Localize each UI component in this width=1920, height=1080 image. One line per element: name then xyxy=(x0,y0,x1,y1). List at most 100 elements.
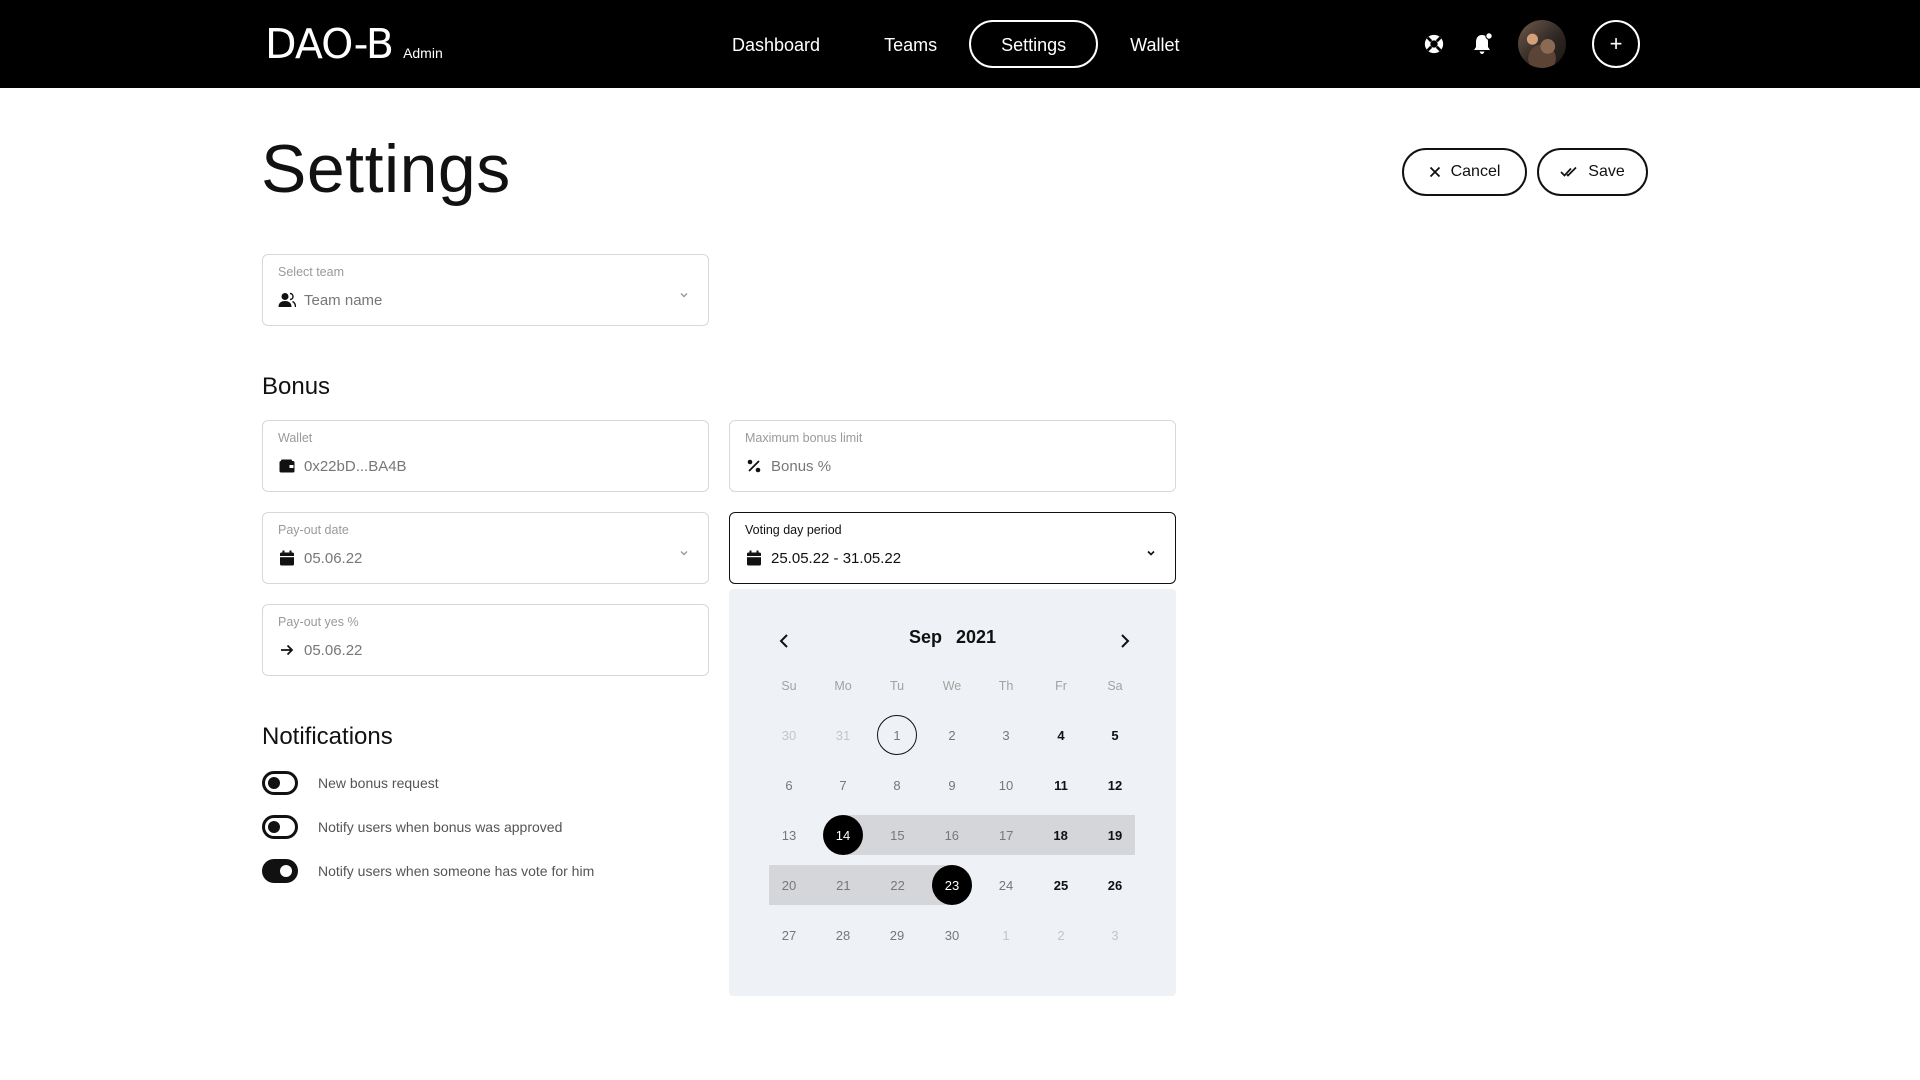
calendar-day[interactable]: 27 xyxy=(769,915,809,955)
calendar-day[interactable]: 2 xyxy=(1041,915,1081,955)
calendar-month[interactable]: Sep xyxy=(909,627,942,647)
select-team-dropdown[interactable]: Select team Team name xyxy=(262,254,709,326)
calendar-day[interactable]: 30 xyxy=(932,915,972,955)
logo[interactable]: DAO-B Admin xyxy=(265,20,443,68)
calendar-day[interactable]: 18 xyxy=(1041,815,1081,855)
weekday-label: Fr xyxy=(1055,679,1067,693)
calendar-day[interactable]: 6 xyxy=(769,765,809,805)
calendar-day[interactable]: 4 xyxy=(1041,715,1081,755)
calendar-day[interactable]: 31 xyxy=(823,715,863,755)
notification-row: Notify users when someone has vote for h… xyxy=(262,859,594,883)
calendar-day[interactable]: 13 xyxy=(769,815,809,855)
field-label: Pay-out yes % xyxy=(278,615,359,629)
team-value: Team name xyxy=(304,291,383,309)
toggle-label: Notify users when bonus was approved xyxy=(318,819,563,835)
users-icon xyxy=(278,291,296,309)
calendar-day[interactable]: 26 xyxy=(1095,865,1135,905)
payout-yes-percent-field[interactable]: Pay-out yes % 05.06.22 xyxy=(262,604,709,676)
calendar-day[interactable]: 29 xyxy=(877,915,917,955)
calendar-day[interactable]: 20 xyxy=(769,865,809,905)
field-label: Maximum bonus limit xyxy=(745,431,863,445)
chevron-right-icon[interactable] xyxy=(1113,629,1137,653)
voting-day-period-field[interactable]: Voting day period 25.05.22 - 31.05.22 xyxy=(729,512,1176,584)
calendar-icon xyxy=(278,549,296,567)
notification-row: New bonus request xyxy=(262,771,439,795)
calendar-day[interactable]: 22 xyxy=(878,865,918,905)
calendar-day[interactable]: 17 xyxy=(986,815,1026,855)
plus-icon[interactable]: + xyxy=(1592,20,1640,68)
payout-date-value: 05.06.22 xyxy=(304,549,363,567)
weekday-label: Sa xyxy=(1107,679,1123,693)
role-label: Admin xyxy=(403,45,443,61)
toggle-label: Notify users when someone has vote for h… xyxy=(318,863,595,879)
nav-dashboard[interactable]: Dashboard xyxy=(700,20,852,68)
calendar-day[interactable]: 11 xyxy=(1041,765,1081,805)
calendar-day[interactable]: 23 xyxy=(932,865,972,905)
field-label: Pay-out date xyxy=(278,523,349,537)
calendar-month-year: Sep 2021 xyxy=(729,627,1176,648)
main-nav: Dashboard Teams Settings Wallet xyxy=(700,20,1211,68)
cancel-label: Cancel xyxy=(1450,163,1501,180)
payout-yes-value: 05.06.22 xyxy=(304,641,363,659)
date-range-calendar: Sep 2021 Su Mo Tu We Th Fr Sa 30 31 1 2 3 4 5 6 7 8 9 10 11 1… xyxy=(729,589,1176,996)
calendar-day[interactable]: 28 xyxy=(823,915,863,955)
calendar-day[interactable]: 24 xyxy=(986,865,1026,905)
calendar-day[interactable]: 5 xyxy=(1095,715,1135,755)
arrow-right-icon xyxy=(278,641,296,659)
weekday-label: Tu xyxy=(889,679,905,693)
weekday-label: We xyxy=(942,679,962,693)
double-check-icon xyxy=(1560,166,1577,177)
calendar-day[interactable]: 2 xyxy=(932,715,972,755)
calendar-day[interactable]: 9 xyxy=(932,765,972,805)
wallet-value: 0x22bD...BA4B xyxy=(304,457,407,475)
calendar-day[interactable]: 8 xyxy=(877,765,917,805)
nav-teams[interactable]: Teams xyxy=(852,20,969,68)
calendar-day[interactable]: 10 xyxy=(986,765,1026,805)
wallet-icon xyxy=(278,457,296,475)
avatar[interactable] xyxy=(1518,20,1566,68)
calendar-day[interactable]: 14 xyxy=(823,815,863,855)
save-button[interactable]: Save xyxy=(1537,148,1648,196)
percent-icon xyxy=(745,457,763,475)
chevron-down-icon xyxy=(1145,547,1157,559)
voting-period-value: 25.05.22 - 31.05.22 xyxy=(771,549,902,567)
close-icon xyxy=(1429,166,1440,178)
calendar-day[interactable]: 1 xyxy=(986,915,1026,955)
calendar-day[interactable]: 19 xyxy=(1095,815,1135,855)
bell-icon[interactable] xyxy=(1458,20,1506,68)
calendar-day[interactable]: 12 xyxy=(1095,765,1135,805)
page-title: Settings xyxy=(261,131,511,207)
weekday-label: Su xyxy=(781,679,797,693)
bonus-approved-toggle[interactable] xyxy=(262,815,298,839)
calendar-year[interactable]: 2021 xyxy=(956,627,996,647)
weekday-label: Th xyxy=(998,679,1014,693)
save-label: Save xyxy=(1588,163,1625,180)
calendar-day[interactable]: 16 xyxy=(932,815,972,855)
cancel-button[interactable]: Cancel xyxy=(1402,148,1527,196)
nav-wallet[interactable]: Wallet xyxy=(1098,20,1211,68)
field-label: Voting day period xyxy=(745,523,842,537)
new-bonus-request-toggle[interactable] xyxy=(262,771,298,795)
toggle-label: New bonus request xyxy=(318,775,439,791)
notifications-section-title: Notifications xyxy=(262,723,393,750)
support-icon[interactable] xyxy=(1410,20,1458,68)
calendar-day[interactable]: 30 xyxy=(769,715,809,755)
weekday-label: Mo xyxy=(834,679,852,693)
maximum-bonus-limit-field[interactable]: Maximum bonus limit Bonus % xyxy=(729,420,1176,492)
calendar-icon xyxy=(745,549,763,567)
logo-wordmark: DAO-B xyxy=(265,20,394,68)
wallet-field[interactable]: Wallet 0x22bD...BA4B xyxy=(262,420,709,492)
calendar-day[interactable]: 25 xyxy=(1041,865,1081,905)
calendar-day[interactable]: 3 xyxy=(986,715,1026,755)
field-label: Select team xyxy=(278,265,345,279)
field-label: Wallet xyxy=(278,431,313,445)
header-actions: + xyxy=(1410,20,1640,68)
calendar-day[interactable]: 1 xyxy=(877,715,917,755)
payout-date-field[interactable]: Pay-out date 05.06.22 xyxy=(262,512,709,584)
nav-settings[interactable]: Settings xyxy=(969,20,1099,68)
calendar-day[interactable]: 3 xyxy=(1095,915,1135,955)
chevron-down-icon xyxy=(678,289,690,301)
calendar-day[interactable]: 7 xyxy=(823,765,863,805)
top-navigation-bar: DAO-B Admin Dashboard Teams Settings Wal… xyxy=(0,0,1920,88)
vote-notification-toggle[interactable] xyxy=(262,859,298,883)
